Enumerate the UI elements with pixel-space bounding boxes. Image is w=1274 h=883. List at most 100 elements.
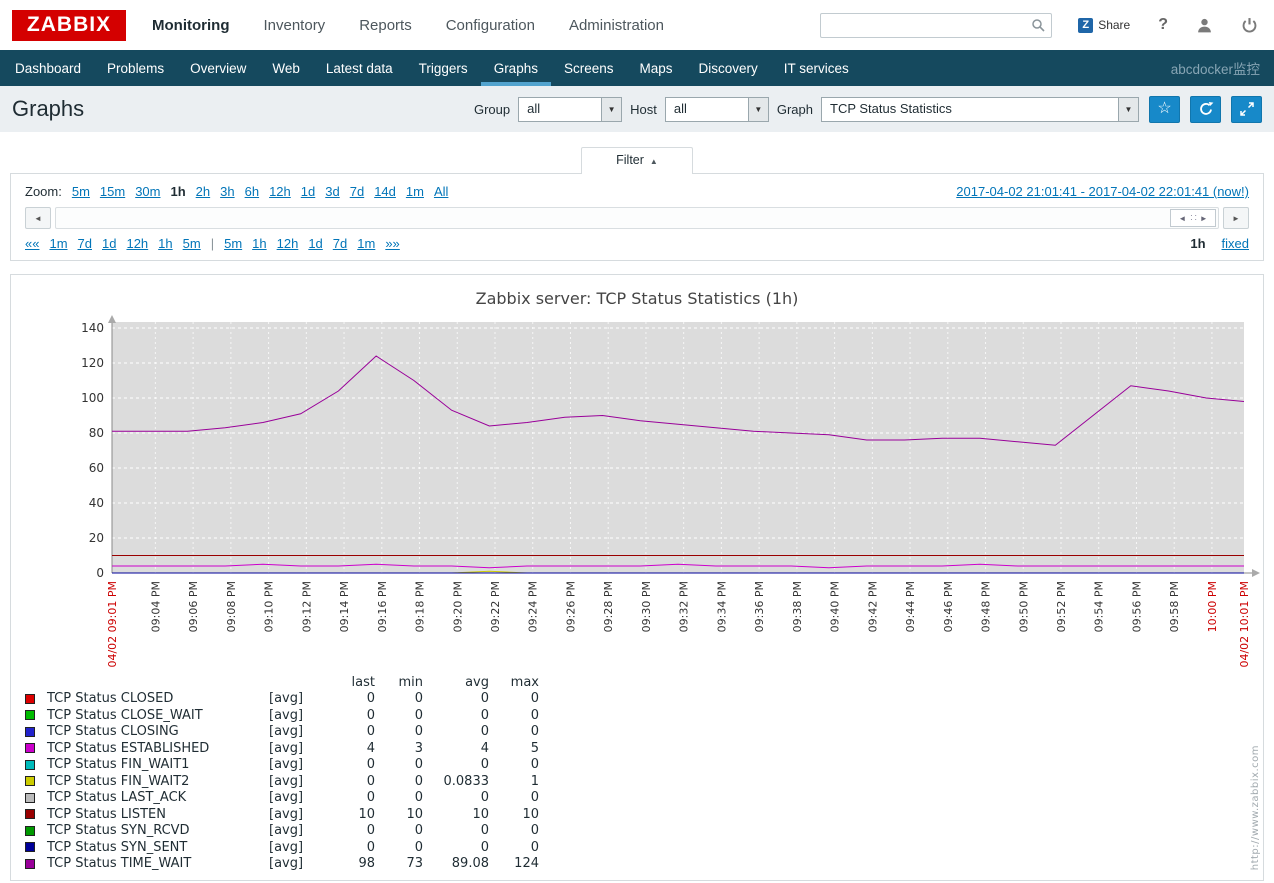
sidebar-item-graphs[interactable]: Graphs: [481, 50, 551, 86]
move-back-««[interactable]: ««: [25, 236, 39, 251]
series-max: 0: [530, 790, 539, 806]
zoom-link-2h[interactable]: 2h: [196, 184, 210, 199]
y-axis-label: 20: [89, 531, 104, 545]
time-range-link[interactable]: 2017-04-02 21:01:41 - 2017-04-02 22:01:4…: [956, 184, 1249, 199]
zabbix-logo[interactable]: ZABBIX: [12, 9, 126, 41]
move-back-12h[interactable]: 12h: [126, 236, 148, 251]
move-fwd-5m[interactable]: 5m: [224, 236, 242, 251]
zoom-link-6h[interactable]: 6h: [245, 184, 259, 199]
move-back-1d[interactable]: 1d: [102, 236, 116, 251]
separator: |: [210, 236, 215, 251]
zoom-link-5m[interactable]: 5m: [72, 184, 90, 199]
legend-header-avg: avg: [465, 674, 489, 690]
series-mode: [avg]: [269, 691, 304, 707]
handle-grip-icon: ∷: [1190, 212, 1196, 224]
move-back-7d[interactable]: 7d: [78, 236, 92, 251]
series-min: 0: [414, 707, 423, 723]
zoom-link-12h[interactable]: 12h: [269, 184, 291, 199]
zoom-link-1h[interactable]: 1h: [171, 184, 186, 199]
series-last: 0: [366, 823, 375, 839]
series-min: 0: [414, 790, 423, 806]
move-fwd-»»[interactable]: »»: [385, 236, 399, 251]
series-mode: [avg]: [269, 790, 304, 806]
help-button[interactable]: ?: [1158, 16, 1168, 34]
zoom-link-7d[interactable]: 7d: [350, 184, 364, 199]
move-fwd-1m[interactable]: 1m: [357, 236, 375, 251]
top-header: ZABBIX Monitoring Inventory Reports Configu…: [0, 0, 1274, 50]
tcp-status-chart[interactable]: 0 20 40 60 80 100 120 140 04/02 09:01 PM 09:04 PM…: [12, 314, 1262, 672]
sidebar-item-overview[interactable]: Overview: [177, 50, 259, 86]
x-axis-label: 09:38 PM: [791, 581, 804, 632]
time-scrollbar-handle[interactable]: ◄ ∷ ►: [1170, 209, 1216, 227]
zoom-link-30m[interactable]: 30m: [135, 184, 160, 199]
sidebar-item-problems[interactable]: Problems: [94, 50, 177, 86]
filter-tab[interactable]: Filter ▲: [581, 147, 693, 174]
series-avg: 0: [480, 724, 489, 740]
zoom-link-all[interactable]: All: [434, 184, 448, 199]
x-axis-label: 09:16 PM: [376, 581, 389, 632]
series-mode: [avg]: [269, 839, 304, 855]
series-last: 0: [366, 691, 375, 707]
menu-configuration[interactable]: Configuration: [446, 17, 535, 34]
move-fwd-1d[interactable]: 1d: [308, 236, 322, 251]
series-mode: [avg]: [269, 740, 304, 756]
y-axis-label: 40: [89, 496, 104, 510]
menu-reports[interactable]: Reports: [359, 17, 412, 34]
series-last: 10: [358, 806, 375, 822]
zoom-link-3h[interactable]: 3h: [220, 184, 234, 199]
search-box: [820, 12, 1053, 38]
user-profile-icon[interactable]: [1196, 17, 1213, 34]
series-max: 0: [530, 691, 539, 707]
sidebar-item-latest-data[interactable]: Latest data: [313, 50, 406, 86]
fullscreen-button[interactable]: [1231, 95, 1262, 123]
scroll-right-button[interactable]: ►: [1223, 207, 1249, 229]
zoom-link-3d[interactable]: 3d: [325, 184, 339, 199]
host-select[interactable]: all ▼: [664, 96, 769, 122]
y-axis-label: 0: [96, 566, 104, 580]
move-back-5m[interactable]: 5m: [183, 236, 201, 251]
refresh-button[interactable]: [1190, 95, 1221, 123]
series-name: TCP Status ESTABLISHED: [47, 740, 210, 756]
move-fwd-7d[interactable]: 7d: [333, 236, 347, 251]
move-back-1m[interactable]: 1m: [49, 236, 67, 251]
sidebar-item-web[interactable]: Web: [259, 50, 313, 86]
move-fwd-1h[interactable]: 1h: [252, 236, 266, 251]
zoom-link-15m[interactable]: 15m: [100, 184, 125, 199]
sidebar-item-triggers[interactable]: Triggers: [406, 50, 481, 86]
fixed-link[interactable]: fixed: [1222, 236, 1249, 251]
search-icon[interactable]: [1031, 18, 1045, 32]
menu-administration[interactable]: Administration: [569, 17, 664, 34]
scroll-left-button[interactable]: ◄: [25, 207, 51, 229]
favorites-button[interactable]: ☆: [1149, 95, 1180, 123]
group-select[interactable]: all ▼: [518, 96, 623, 122]
move-back-1h[interactable]: 1h: [158, 236, 172, 251]
zoom-link-14d[interactable]: 14d: [374, 184, 396, 199]
collapse-caret-icon: ▲: [649, 157, 658, 166]
refresh-icon: [1198, 101, 1214, 117]
sidebar-item-screens[interactable]: Screens: [551, 50, 627, 86]
series-max: 5: [530, 740, 539, 756]
zoom-link-1d[interactable]: 1d: [301, 184, 315, 199]
menu-monitoring[interactable]: Monitoring: [152, 17, 229, 34]
handle-left-arrow-icon: ◄: [1178, 213, 1187, 223]
series-color-swatch: [25, 842, 35, 853]
sidebar-item-discovery[interactable]: Discovery: [686, 50, 771, 86]
move-fwd-12h[interactable]: 12h: [277, 236, 299, 251]
sidebar-item-it-services[interactable]: IT services: [771, 50, 862, 86]
sidebar-item-dashboard[interactable]: Dashboard: [2, 50, 94, 86]
menu-inventory[interactable]: Inventory: [263, 17, 325, 34]
sidebar-item-maps[interactable]: Maps: [627, 50, 686, 86]
x-axis-label: 09:40 PM: [829, 581, 842, 632]
zoom-link-1m[interactable]: 1m: [406, 184, 424, 199]
x-axis-label: 10:00 PM: [1206, 581, 1219, 632]
logout-icon[interactable]: [1241, 17, 1258, 34]
series-last: 0: [366, 839, 375, 855]
share-button[interactable]: Z Share: [1078, 17, 1130, 33]
graph-select[interactable]: TCP Status Statistics ▼: [821, 96, 1139, 122]
time-scrollbar-track[interactable]: ◄ ∷ ►: [55, 207, 1219, 229]
search-input[interactable]: [821, 13, 1032, 37]
series-name: TCP Status CLOSING: [47, 724, 179, 740]
series-last: 98: [358, 856, 375, 872]
series-min: 0: [414, 691, 423, 707]
series-color-swatch: [25, 825, 35, 836]
